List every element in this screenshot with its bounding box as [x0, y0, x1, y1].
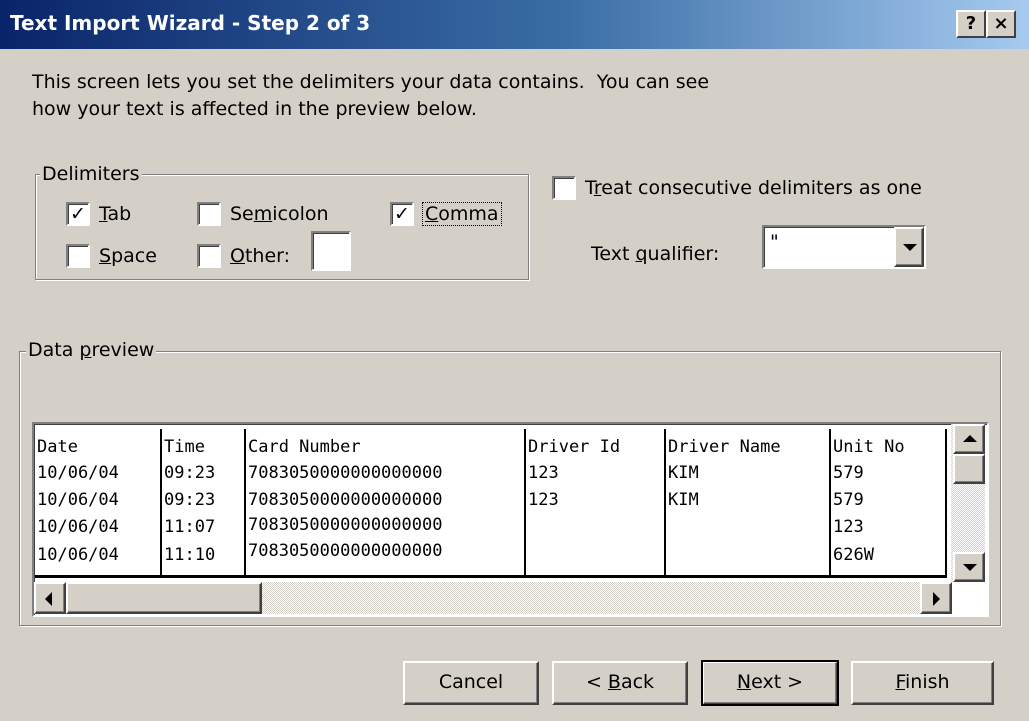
- table-cell: 579: [833, 490, 864, 510]
- text-qualifier-dropdown-button[interactable]: [894, 227, 924, 267]
- column-header: Card Number: [248, 437, 361, 457]
- tab-checkbox-box[interactable]: ✓: [66, 202, 90, 226]
- comma-checkbox[interactable]: ✓ Comma: [390, 202, 502, 226]
- preview-column-time: Time 09:23 09:23 11:07 11:10: [162, 429, 246, 575]
- scroll-right-button[interactable]: [920, 582, 952, 614]
- horizontal-scroll-thumb[interactable]: [66, 582, 262, 614]
- table-cell: 626W: [833, 545, 874, 565]
- semicolon-checkbox-box[interactable]: [197, 202, 221, 226]
- intro-line-2: how your text is affected in the preview…: [32, 98, 477, 120]
- close-button[interactable]: ×: [986, 10, 1016, 38]
- other-delimiter-input[interactable]: [311, 231, 351, 271]
- window-title: Text Import Wizard - Step 2 of 3: [10, 11, 371, 35]
- space-checkbox-box[interactable]: [66, 244, 90, 268]
- tab-checkbox-label: Tab: [99, 203, 132, 225]
- text-qualifier-label: Text qualifier:: [591, 243, 720, 265]
- intro-text: This screen lets you set the delimiters …: [32, 69, 792, 123]
- scroll-down-button[interactable]: [953, 552, 985, 582]
- other-checkbox-label: Other:: [230, 245, 291, 267]
- preview-column-card-number: Card Number 7083050000000000000 70830500…: [246, 429, 526, 575]
- data-preview-grid: Date 10/06/04 10/06/04 10/06/04 10/06/04…: [35, 429, 947, 575]
- cancel-button[interactable]: Cancel: [403, 661, 539, 705]
- table-cell: 7083050000000000000: [248, 490, 443, 510]
- table-cell: 10/06/04: [37, 463, 119, 483]
- table-cell: 11:10: [164, 545, 216, 565]
- arrow-left-icon: [45, 592, 52, 606]
- title-bar: Text Import Wizard - Step 2 of 3 ? ×: [0, 0, 1029, 49]
- column-header: Driver Name: [668, 437, 781, 457]
- scroll-left-button[interactable]: [34, 582, 66, 614]
- arrow-up-icon: [963, 435, 977, 442]
- finish-button[interactable]: Finish: [851, 661, 994, 705]
- table-cell: 123: [833, 517, 864, 537]
- table-cell: 09:23: [164, 463, 216, 483]
- tab-checkbox[interactable]: ✓ Tab: [66, 202, 131, 226]
- consecutive-delimiters-checkbox-box[interactable]: [552, 176, 576, 200]
- preview-column-driver-id: Driver Id 123 123: [526, 429, 666, 575]
- table-cell: 123: [528, 490, 559, 510]
- preview-column-date: Date 10/06/04 10/06/04 10/06/04 10/06/04: [35, 429, 162, 575]
- delimiters-group-label: Delimiters: [40, 163, 142, 185]
- table-cell: 7083050000000000000: [248, 463, 443, 483]
- vertical-scroll-thumb[interactable]: [953, 454, 985, 484]
- semicolon-checkbox[interactable]: Semicolon: [197, 202, 329, 226]
- consecutive-delimiters-label: Treat consecutive delimiters as one: [585, 177, 922, 199]
- text-qualifier-select[interactable]: ": [762, 225, 926, 269]
- column-header: Time: [164, 437, 205, 457]
- arrow-right-icon: [933, 592, 940, 606]
- horizontal-scrollbar[interactable]: [34, 582, 952, 614]
- next-button[interactable]: Next >: [701, 660, 839, 706]
- table-cell: 10/06/04: [37, 545, 119, 565]
- table-cell: KIM: [668, 463, 699, 483]
- table-cell: 11:07: [164, 517, 216, 537]
- arrow-down-icon: [963, 564, 977, 571]
- chevron-down-icon: [903, 244, 917, 251]
- vertical-scrollbar[interactable]: [951, 424, 985, 582]
- intro-line-1: This screen lets you set the delimiters …: [32, 71, 710, 93]
- column-header: Unit No: [833, 437, 905, 457]
- help-button[interactable]: ?: [956, 10, 986, 38]
- comma-checkbox-box[interactable]: ✓: [390, 202, 414, 226]
- text-qualifier-value: ": [770, 231, 779, 253]
- semicolon-checkbox-label: Semicolon: [230, 203, 329, 225]
- data-preview-label: Data preview: [26, 339, 157, 361]
- table-cell: 123: [528, 463, 559, 483]
- other-checkbox-box[interactable]: [197, 244, 221, 268]
- table-cell: KIM: [668, 490, 699, 510]
- column-header: Driver Id: [528, 437, 621, 457]
- scroll-up-button[interactable]: [953, 424, 985, 454]
- table-cell: 7083050000000000000: [248, 541, 443, 561]
- table-cell: 09:23: [164, 490, 216, 510]
- space-checkbox-label: Space: [99, 245, 157, 267]
- preview-column-unit-no: Unit No 579 579 123 626W: [831, 429, 947, 575]
- column-header: Date: [37, 437, 78, 457]
- back-button[interactable]: < Back: [552, 661, 688, 705]
- space-checkbox[interactable]: Space: [66, 244, 157, 268]
- table-cell: 7083050000000000000: [248, 515, 443, 535]
- table-cell: 10/06/04: [37, 490, 119, 510]
- grid-bottom-line: [35, 575, 947, 578]
- other-checkbox[interactable]: Other:: [197, 244, 290, 268]
- preview-column-driver-name: Driver Name KIM KIM: [666, 429, 831, 575]
- comma-checkbox-label: Comma: [422, 202, 502, 226]
- consecutive-delimiters-checkbox[interactable]: Treat consecutive delimiters as one: [552, 176, 922, 200]
- table-cell: 10/06/04: [37, 517, 119, 537]
- table-cell: 579: [833, 463, 864, 483]
